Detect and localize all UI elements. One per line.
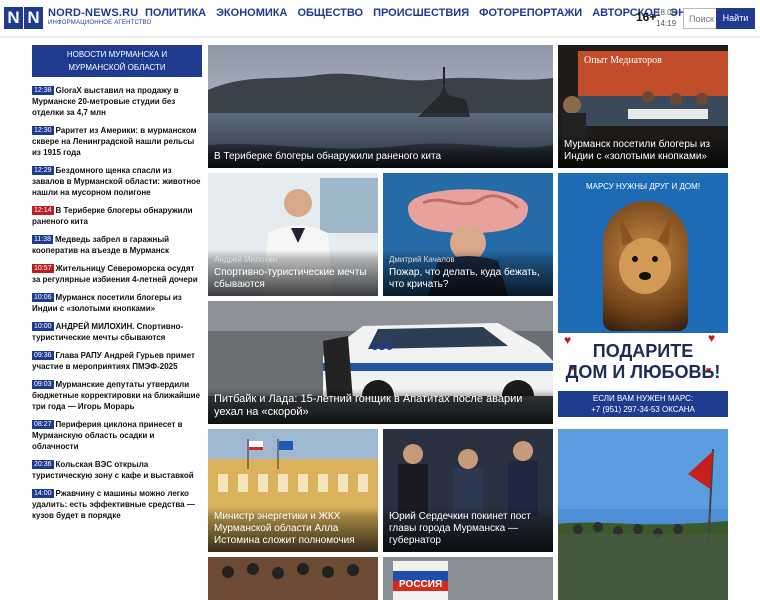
ad-contact-phone: +7 (951) 297-34-53 ОКСАНА	[591, 405, 695, 414]
nav-fotoreportazhi[interactable]: ФОТОРЕПОРТАЖИ	[479, 7, 582, 19]
news-headline: В Териберке блогеры обнаружили раненого …	[32, 206, 193, 226]
ad-contact-title: ЕСЛИ ВАМ НУЖЕН МАРС:	[592, 394, 694, 403]
card-caption: В Териберке блогеры обнаружили раненого …	[208, 147, 553, 168]
news-card-serdechkin[interactable]: Юрий Сердечкин покинет пост главы города…	[383, 429, 553, 552]
photo-partial-1	[208, 557, 378, 600]
news-headline: Жительницу Североморска осудят за регуля…	[32, 264, 198, 284]
news-time: 12:30	[32, 126, 54, 135]
site-header: N N NORD-NEWS.RU ИНФОРМАЦИОННОЕ АГЕНТСТВ…	[0, 0, 760, 36]
news-headline: GloraX выставил на продажу в Мурманске 2…	[32, 86, 179, 117]
sidebar-heading[interactable]: НОВОСТИ МУРМАНСКА И МУРМАНСКОЙ ОБЛАСТИ	[32, 45, 202, 77]
news-time: 10:06	[32, 293, 54, 302]
age-rating: 16+	[636, 10, 657, 24]
news-item[interactable]: 14:00 Ржавчину с машины можно легко удали…	[32, 488, 202, 521]
news-card-milokhin[interactable]: Андрей Милохин Спортивно-туристические м…	[208, 173, 378, 296]
news-time: 12:29	[32, 166, 54, 175]
news-card-istomina[interactable]: Министр энергетики и ЖКХ Мурманской обла…	[208, 429, 378, 552]
news-item[interactable]: 10:57 Жительницу Североморска осудят за р…	[32, 263, 202, 285]
news-item[interactable]: 10:06 Мурманск посетили блогеры из Индии …	[32, 292, 202, 314]
site-logo[interactable]: N N NORD-NEWS.RU ИНФОРМАЦИОННОЕ АГЕНТСТВ…	[4, 4, 152, 32]
news-item[interactable]: 12:38 GloraX выставил на продажу в Мурман…	[32, 85, 202, 118]
russia-sign: РОССИЯ	[399, 579, 443, 590]
ad-main-line1: ПОДАРИТЕ	[592, 341, 694, 361]
news-card-partial-2[interactable]: РОССИЯ	[383, 557, 553, 600]
news-time: 09:03	[32, 380, 54, 389]
news-item[interactable]: 12:30 Раритет из Америки: в мурманском ск…	[32, 125, 202, 158]
news-headline: Мурманские депутаты утвердили бюджетные …	[32, 380, 201, 411]
ad-main-line2: ДОМ И ЛЮБОВЬ!	[565, 362, 721, 382]
current-time: 14:19	[656, 19, 677, 28]
car-number: 636	[371, 338, 393, 353]
news-headline: Кольская ВЭС открыла туристическую зону …	[32, 460, 194, 480]
date-time: 18.06 14:19	[656, 7, 676, 29]
logo-subtitle: ИНФОРМАЦИОННОЕ АГЕНТСТВО	[48, 20, 152, 26]
photo-crowd	[558, 429, 728, 600]
news-headline: Раритет из Америки: в мурманском сквере …	[32, 126, 197, 157]
logo-letter-n1: N	[4, 7, 23, 29]
news-headline: Бездомного щенка спасли из завалов в Мур…	[32, 166, 201, 197]
nav-politika[interactable]: ПОЛИТИКА	[145, 7, 206, 19]
card-caption: Пожар, что делать, куда бежать, что крич…	[389, 267, 540, 290]
news-time: 10:00	[32, 322, 54, 331]
search-input[interactable]	[683, 8, 717, 29]
card-caption: Юрий Сердечкин покинет пост главы города…	[383, 507, 553, 552]
news-item[interactable]: 10:00 АНДРЕЙ МИЛОХИН. Спортивно-туристиче…	[32, 321, 202, 343]
news-headline: Глава РАПУ Андрей Гурьев примет участие …	[32, 351, 195, 371]
news-card-bloggers[interactable]: Опыт Медиаторов Мурманск посетили блогер…	[558, 45, 728, 168]
search-button[interactable]: Найти	[716, 8, 755, 29]
dog-photo	[603, 201, 688, 331]
news-item[interactable]: 09:03 Мурманские депутаты утвердили бюдже…	[32, 379, 202, 412]
card-caption: Питбайк и Лада: 15-летний гонщик в Апати…	[208, 389, 553, 424]
ad-heading: МАРСУ НУЖНЫ ДРУГ И ДОМ!	[585, 182, 701, 191]
card-caption: Мурманск посетили блогеры из Индии с «зо…	[558, 135, 728, 168]
news-headline: Ржавчину с машины можно легко удалить: е…	[32, 489, 195, 520]
news-item[interactable]: 12:14 В Териберке блогеры обнаружили ране…	[32, 205, 202, 227]
card-caption: Министр энергетики и ЖКХ Мурманской обла…	[208, 507, 378, 552]
news-item[interactable]: 20:36 Кольская ВЭС открыла туристическую …	[32, 459, 202, 481]
news-card-kachalov[interactable]: Дмитрий Качалов Пожар, что делать, куда …	[383, 173, 553, 296]
news-headline: АНДРЕЙ МИЛОХИН. Спортивно-туристические …	[32, 322, 184, 342]
news-item[interactable]: 09:36 Глава РАПУ Андрей Гурьев примет уча…	[32, 350, 202, 372]
nav-proisshestviya[interactable]: ПРОИСШЕСТВИЯ	[373, 7, 469, 19]
news-card-pitbike[interactable]: 636 Питбайк и Лада: 15-летний гонщик в А…	[208, 301, 553, 424]
card-caption: Спортивно-туристические мечты сбываются	[214, 267, 367, 290]
news-card-partial-1[interactable]	[208, 557, 378, 600]
news-item[interactable]: 11:38 Медведь забрел в гаражный кооперати…	[32, 234, 202, 256]
logo-title: NORD-NEWS.RU	[48, 7, 139, 19]
mars-dog-ad[interactable]: МАРСУ НУЖНЫ ДРУГ И ДОМ! ♥ ♥ ♥ ♥ ПОДАРИТЕ…	[558, 173, 728, 417]
news-headline: Мурманск посетили блогеры из Индии с «зо…	[32, 293, 182, 313]
current-date: 18.06	[656, 8, 677, 17]
news-time: 10:57	[32, 264, 54, 273]
nav-obshchestvo[interactable]: ОБЩЕСТВО	[297, 7, 363, 19]
news-time: 11:38	[32, 235, 53, 244]
logo-letter-n2: N	[24, 7, 43, 29]
news-card-whale[interactable]: В Териберке блогеры обнаружили раненого …	[208, 45, 553, 168]
news-time: 12:14	[32, 206, 54, 215]
stage-sign: Опыт Медиаторов	[584, 55, 662, 66]
card-author: Дмитрий Качалов	[389, 255, 455, 264]
news-feed: 12:38 GloraX выставил на продажу в Мурман…	[32, 85, 202, 528]
news-time: 20:36	[32, 460, 54, 469]
news-item[interactable]: 08:27 Периферия циклона принесет в Мурман…	[32, 419, 202, 452]
news-time: 09:36	[32, 351, 54, 360]
news-time: 12:38	[32, 86, 54, 95]
news-time: 08:27	[32, 420, 54, 429]
news-headline: Периферия циклона принесет в Мурманскую …	[32, 420, 183, 451]
nav-ekonomika[interactable]: ЭКОНОМИКА	[216, 7, 287, 19]
card-author: Андрей Милохин	[214, 255, 278, 264]
news-card-crowd[interactable]	[558, 429, 728, 600]
news-time: 14:00	[32, 489, 54, 498]
news-item[interactable]: 12:29 Бездомного щенка спасли из завалов …	[32, 165, 202, 198]
